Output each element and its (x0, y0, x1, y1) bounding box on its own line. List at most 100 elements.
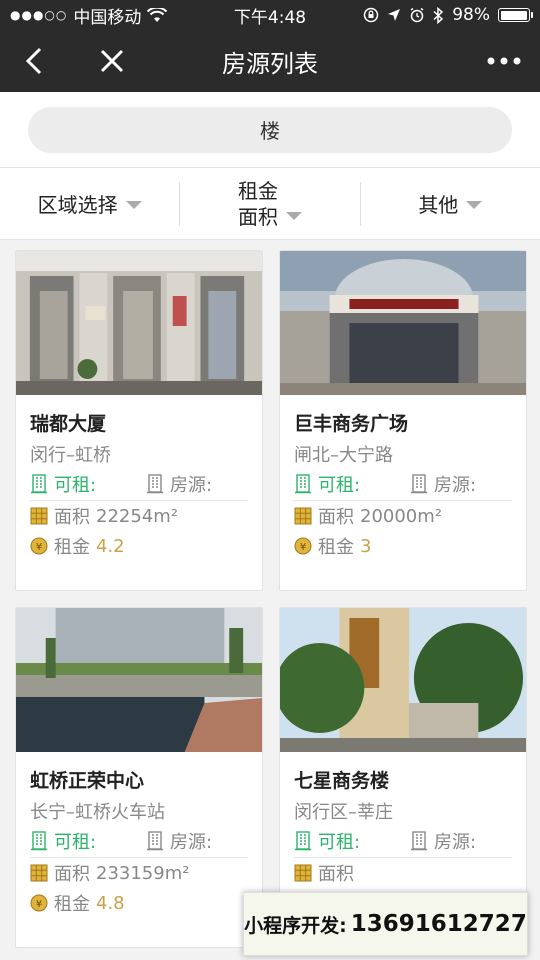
nav-bar: 房源列表 (0, 30, 540, 92)
promo-label: 小程序开发: (244, 914, 347, 937)
building-card[interactable]: 虹桥正荣中心 长宁–虹桥火车站 可租: 房源: 面积 233159m² ¥ 租金 4.8 (15, 607, 263, 948)
search-input[interactable] (28, 106, 512, 153)
svg-text:¥: ¥ (36, 899, 42, 910)
area-label: 面积 (54, 864, 90, 885)
promo-phone: 13691612727 (350, 911, 527, 937)
listing-building-icon (411, 473, 427, 493)
building-grid: 瑞都大厦闵行–虹桥可租: 房源: 面积 22254m² ¥ 租金 4.2 巨丰商务广场 闸北–大… (15, 250, 527, 948)
svg-text:¥: ¥ (36, 542, 42, 553)
building-location: 闵行区–莘庄 (294, 802, 393, 823)
battery-icon (498, 8, 533, 22)
status-bar: ●●●○○ 中国移动 下午4:48 98% (0, 0, 540, 30)
building-name: 七星商务楼 (294, 770, 390, 792)
available-status: 可租: (294, 828, 410, 854)
more-dots-icon (487, 57, 521, 65)
availability-row: 可租: 房源: (30, 828, 248, 858)
filter-region[interactable]: 区域选择 (0, 182, 179, 226)
filter-rent-label: 租金 (237, 178, 278, 203)
rent-price-row: ¥ 租金 3 (294, 531, 512, 561)
filter-region-label: 区域选择 (37, 193, 118, 217)
area-row: 面积 20000m² (294, 501, 512, 531)
status-left: ●●●○○ 中国移动 (10, 3, 168, 28)
available-label: 可租: (318, 474, 361, 496)
available-status: 可租: (30, 471, 146, 497)
location-arrow-icon (388, 9, 401, 21)
filter-other[interactable]: 其他 (359, 181, 540, 226)
listing-label: 房源: (170, 474, 213, 496)
carrier-label: 中国移动 (73, 7, 142, 28)
rent-price-label: 租金 (54, 537, 90, 558)
available-building-icon (31, 830, 47, 850)
rotation-lock-icon (363, 7, 379, 23)
area-grid-icon (294, 507, 312, 525)
availability-row: 可租: 房源: (30, 471, 248, 501)
search-bar (0, 92, 540, 168)
availability-row: 可租: 房源: (294, 828, 512, 858)
listing-building-icon (411, 830, 427, 850)
rent-price-label: 租金 (54, 894, 90, 915)
rent-price-row: ¥ 租金 4.2 (30, 531, 248, 561)
listing-status: 房源: (146, 471, 212, 497)
area-value: 22254m² (96, 505, 179, 527)
building-name: 瑞都大厦 (30, 413, 107, 435)
building-photo (16, 251, 262, 395)
battery-fill (500, 10, 527, 20)
listing-status: 房源: (146, 828, 212, 854)
building-location: 闵行–虹桥 (30, 445, 111, 466)
area-label: 面积 (318, 864, 354, 885)
available-label: 可租: (318, 831, 361, 853)
building-location: 长宁–虹桥火车站 (30, 802, 165, 823)
available-status: 可租: (30, 828, 146, 854)
area-value: 233159m² (96, 862, 190, 884)
listing-label: 房源: (434, 831, 477, 853)
bluetooth-icon (433, 6, 444, 24)
back-arrow-icon (25, 47, 42, 75)
nav-left (14, 41, 132, 81)
signal-dots-icon: ●●●○○ (10, 8, 68, 22)
caret-down-icon (125, 200, 142, 209)
filter-rent-area[interactable]: 租金 面积 (179, 179, 359, 229)
back-button[interactable] (14, 41, 54, 81)
area-row: 面积 (294, 858, 512, 888)
building-photo (280, 608, 526, 752)
listing-building-icon (147, 473, 163, 493)
available-label: 可租: (54, 831, 97, 853)
rent-price-row: ¥ 租金 4.8 (30, 888, 248, 918)
filter-other-label: 其他 (418, 193, 459, 217)
listing-status: 房源: (410, 471, 476, 497)
wifi-icon (147, 7, 168, 22)
listing-label: 房源: (170, 831, 213, 853)
area-row: 面积 22254m² (30, 501, 248, 531)
available-building-icon (295, 473, 311, 493)
rent-price-value: 4.2 (96, 535, 125, 557)
promo-banner[interactable]: 小程序开发: 13691612727 (243, 892, 528, 956)
listing-building-icon (147, 830, 163, 850)
card-body: 瑞都大厦闵行–虹桥可租: 房源: 面积 22254m² ¥ 租金 4.2 (16, 395, 262, 561)
building-card[interactable]: 瑞都大厦闵行–虹桥可租: 房源: 面积 22254m² ¥ 租金 4.2 (15, 250, 263, 591)
close-icon (100, 49, 124, 73)
area-value: 20000m² (360, 505, 443, 527)
caret-down-icon (466, 200, 483, 209)
rent-price-value: 3 (360, 535, 372, 557)
close-button[interactable] (92, 41, 132, 81)
listing-status: 房源: (410, 828, 476, 854)
listing-label: 房源: (434, 474, 477, 496)
svg-text:¥: ¥ (300, 542, 306, 553)
area-label: 面积 (54, 507, 90, 528)
building-card[interactable]: 巨丰商务广场 闸北–大宁路可租: 房源: 面积 20000m² ¥ 租金 3 (279, 250, 527, 591)
building-name: 虹桥正荣中心 (30, 770, 145, 792)
area-grid-icon (30, 507, 48, 525)
building-photo (280, 251, 526, 395)
availability-row: 可租: 房源: (294, 471, 512, 501)
card-body: 七星商务楼闵行区–莘庄可租: 房源: 面积 (280, 752, 526, 888)
area-grid-icon (30, 864, 48, 882)
rent-coin-icon: ¥ (30, 537, 48, 555)
building-location: 闸北–大宁路 (294, 445, 393, 466)
available-label: 可租: (54, 474, 97, 496)
battery-percent: 98% (452, 5, 490, 25)
available-building-icon (295, 830, 311, 850)
rent-coin-icon: ¥ (30, 894, 48, 912)
more-button[interactable] (482, 41, 526, 81)
area-label: 面积 (318, 507, 354, 528)
building-name: 巨丰商务广场 (294, 413, 409, 435)
